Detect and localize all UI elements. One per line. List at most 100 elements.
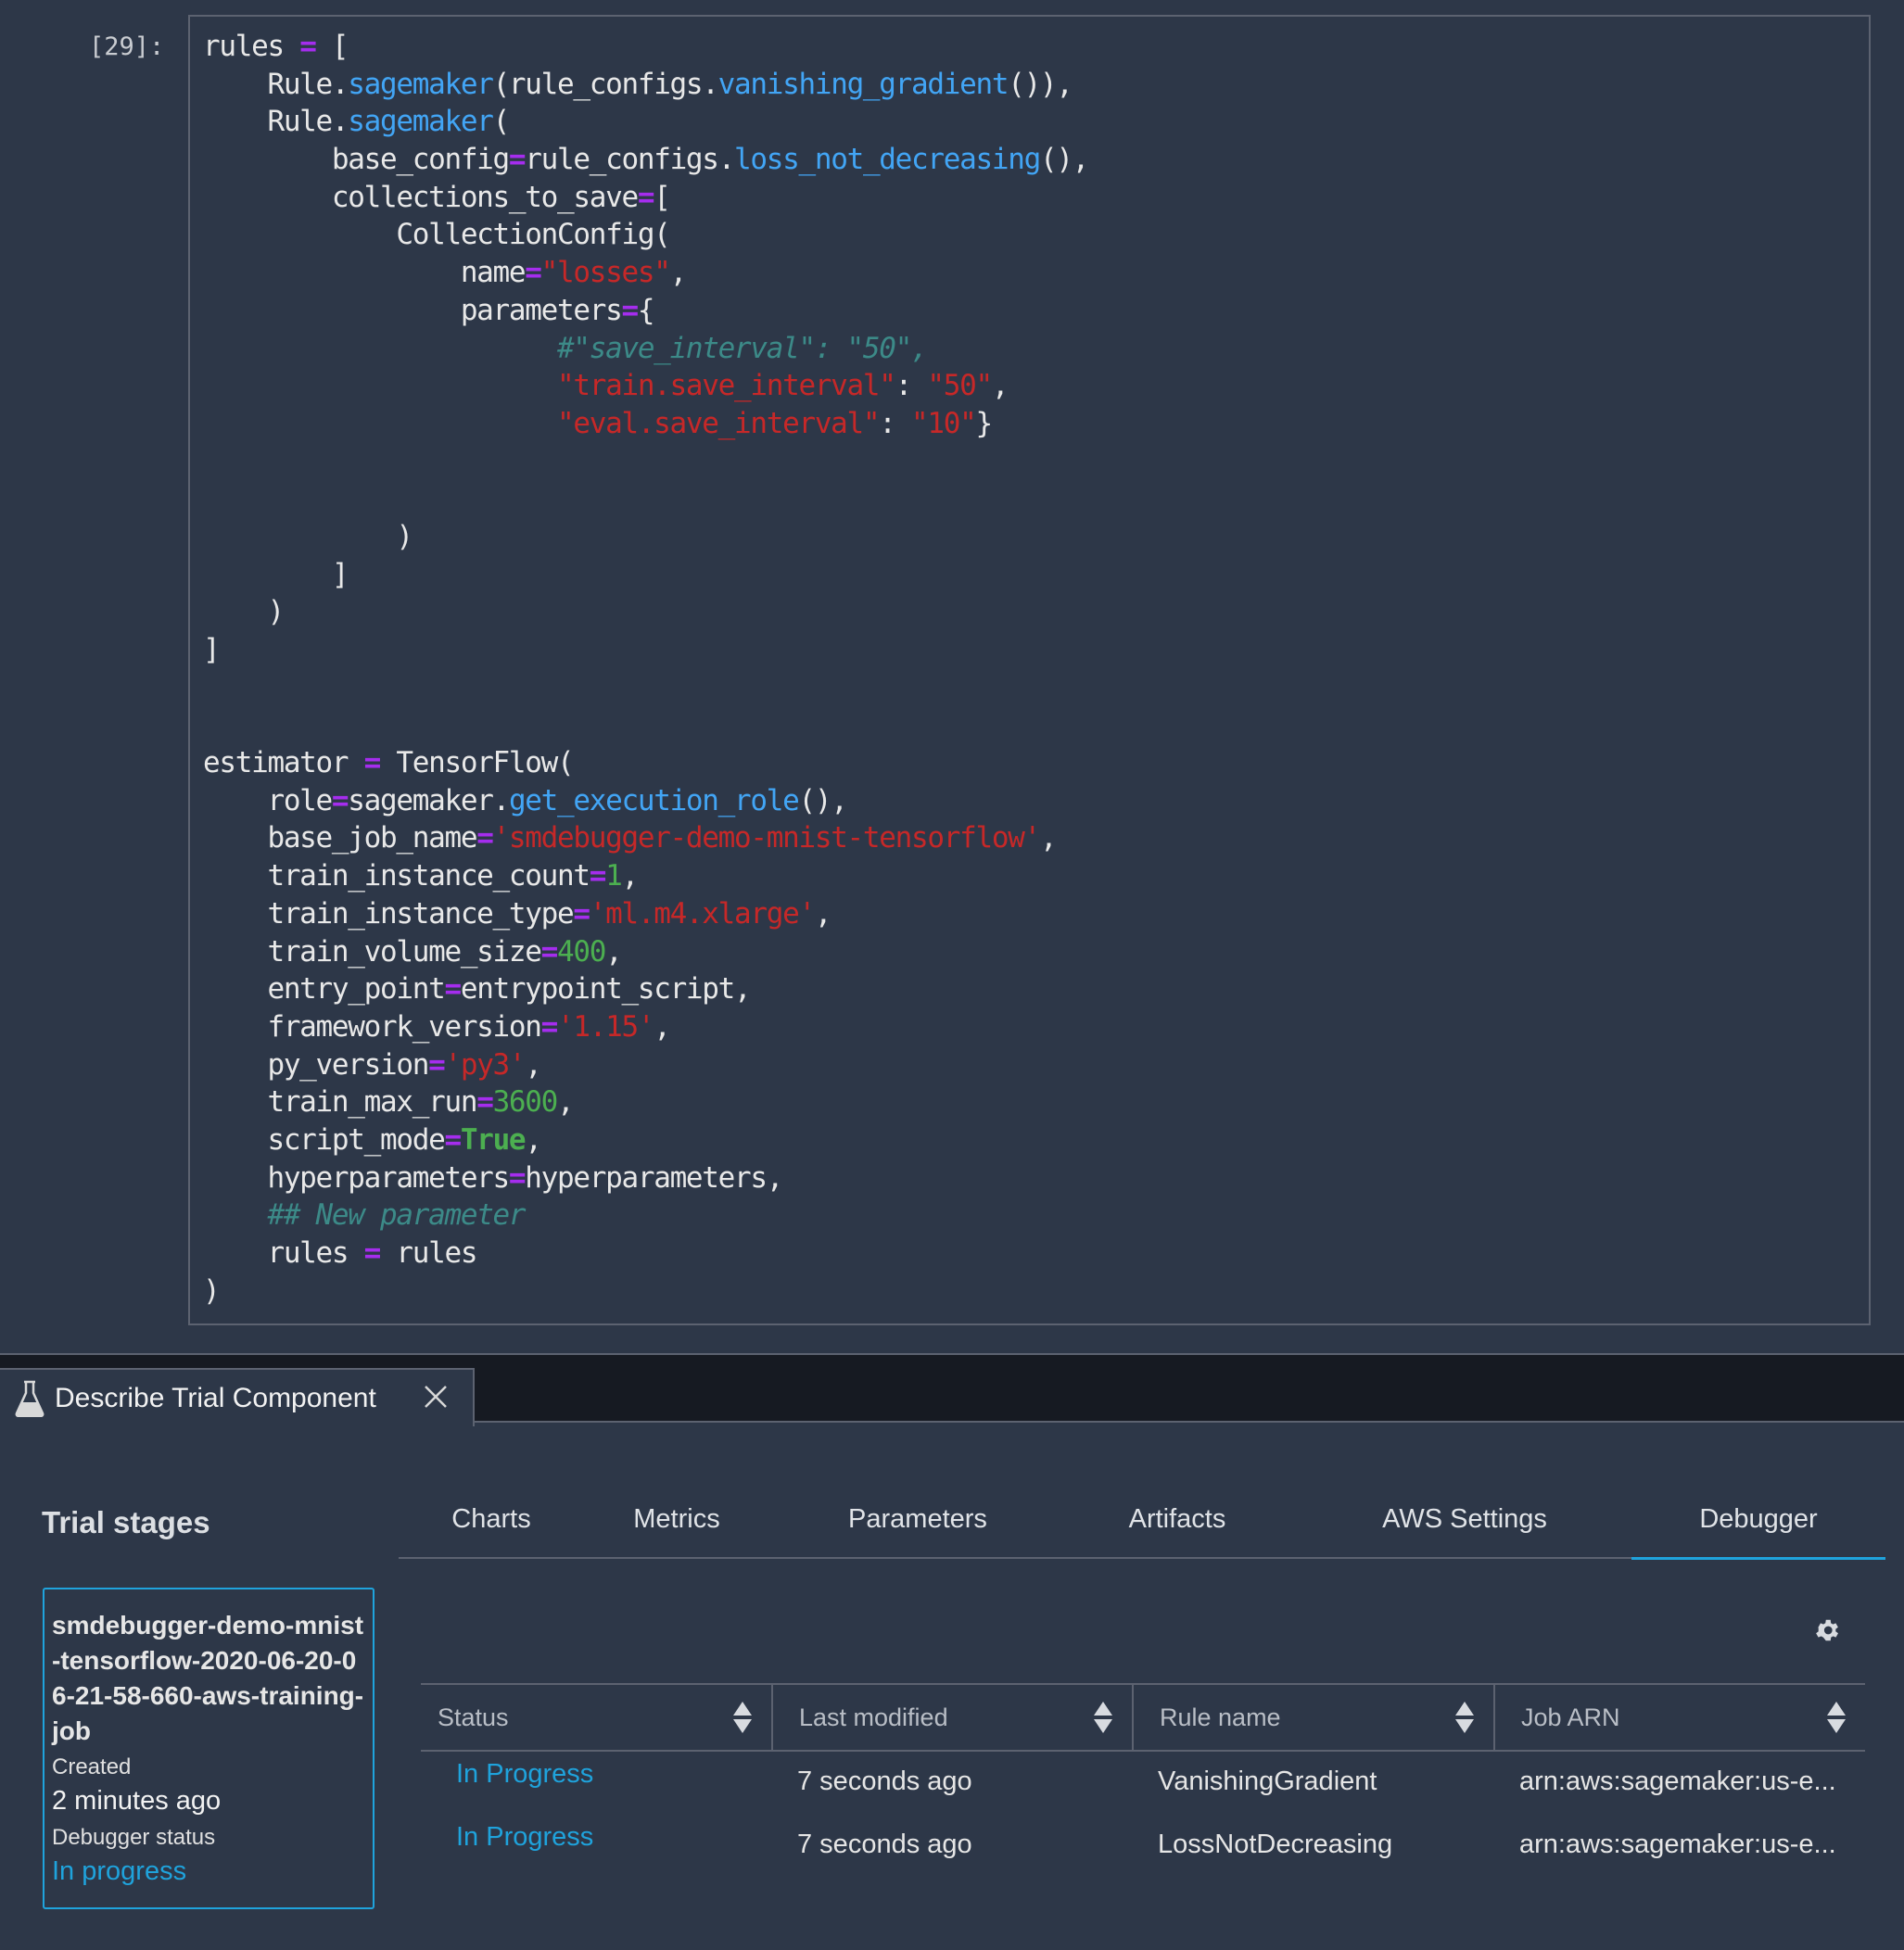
code-token: =	[525, 256, 542, 290]
code-token: "10"	[911, 406, 977, 440]
column-label: Job ARN	[1521, 1703, 1620, 1731]
detail-tabs: Charts Metrics Parameters Artifacts AWS …	[399, 1481, 1885, 1560]
code-line: train_volume_size=400,	[203, 933, 1088, 971]
code-token: Rule.	[203, 105, 349, 139]
code-token: =	[299, 30, 317, 63]
code-token: =	[621, 293, 639, 327]
trial-stage-card[interactable]: smdebugger-demo-mnist-tensorflow-2020-06…	[43, 1588, 374, 1909]
code-token: 'py3'	[444, 1047, 526, 1082]
code-token: 1	[605, 859, 623, 893]
code-token: =	[573, 896, 590, 931]
code-token: train_instance_type	[203, 896, 574, 931]
code-token: "train.save_interval"	[557, 369, 896, 403]
code-token: ()),	[1008, 67, 1073, 101]
tab-debugger[interactable]: Debugger	[1631, 1481, 1885, 1560]
code-line: train_instance_count=1,	[203, 857, 1088, 895]
code-line: base_config=rule_configs.loss_not_decrea…	[203, 141, 1089, 179]
notebook-area: [29]: rules = [ Rule.sagemaker(rule_conf…	[0, 0, 1904, 1351]
code-token: sagemaker.	[348, 783, 510, 817]
code-cell[interactable]: rules = [ Rule.sagemaker(rule_configs.va…	[188, 15, 1871, 1325]
code-token: 'ml.m4.xlarge'	[589, 896, 816, 931]
code-token: ,	[669, 256, 688, 290]
code-token: entrypoint_script,	[460, 972, 752, 1007]
tab-describe-trial-component[interactable]: Describe Trial Component	[0, 1368, 475, 1426]
code-token: [	[654, 180, 671, 214]
table-row[interactable]: In Progress 7 seconds ago LossNotDecreas…	[421, 1815, 1865, 1878]
row-status[interactable]: In Progress	[456, 1759, 593, 1790]
row-status[interactable]: In Progress	[456, 1822, 593, 1853]
table-header: Status Last modified Rule name Job ARN	[421, 1683, 1865, 1752]
code-token: hyperparameters	[203, 1160, 510, 1195]
code-token: vanishing_gradient	[717, 67, 1009, 101]
sort-icon[interactable]	[1093, 1701, 1113, 1734]
tab-artifacts[interactable]: Artifacts	[1066, 1481, 1288, 1557]
code-token: loss_not_decreasing	[734, 143, 1041, 177]
code-token: True	[460, 1122, 527, 1157]
code-token: )	[203, 519, 413, 553]
row-last-modified: 7 seconds ago	[797, 1830, 972, 1859]
document-tab-bar: Describe Trial Component	[0, 1353, 1904, 1426]
code-token: ,	[525, 1047, 542, 1082]
code-token: =	[508, 1160, 527, 1195]
code-token: ,	[1039, 821, 1058, 855]
stage-name: smdebugger-demo-mnist-tensorflow-2020-06…	[52, 1611, 364, 1745]
cell-execution-count: [29]:	[89, 32, 165, 61]
code-token: =	[508, 143, 527, 177]
code-line: name="losses",	[203, 254, 1088, 292]
table-row[interactable]: In Progress 7 seconds ago VanishingGradi…	[421, 1752, 1865, 1815]
code-line: role=sagemaker.get_execution_role(),	[203, 782, 1088, 820]
code-token: 400	[557, 934, 606, 969]
tab-parameters[interactable]: Parameters	[806, 1481, 1029, 1557]
code-token: role	[203, 783, 333, 817]
code-token: 'smdebugger-demo-mnist-tensorflow'	[492, 821, 1042, 855]
code-token: =	[444, 972, 462, 1007]
code-editor[interactable]: rules = [ Rule.sagemaker(rule_configs.va…	[203, 28, 1089, 1310]
created-label: Created	[52, 1754, 132, 1779]
code-token: (),	[1039, 143, 1089, 177]
tab-aws-settings[interactable]: AWS Settings	[1326, 1481, 1604, 1557]
code-line: entry_point=entrypoint_script,	[203, 970, 1088, 1008]
sort-icon[interactable]	[732, 1701, 753, 1734]
code-token: ,	[557, 1085, 575, 1120]
gear-icon[interactable]	[1813, 1616, 1841, 1644]
debugger-status-value: In progress	[52, 1856, 187, 1886]
tab-metrics[interactable]: Metrics	[584, 1481, 769, 1557]
code-token: ,	[605, 934, 623, 969]
code-token: :	[895, 369, 928, 403]
code-line: rules = [	[203, 28, 1088, 66]
code-token: ,	[621, 859, 639, 893]
row-rule-name: LossNotDecreasing	[1158, 1830, 1393, 1859]
row-job-arn: arn:aws:sagemaker:us-e...	[1519, 1766, 1836, 1796]
column-header-job-arn[interactable]: Job ARN	[1493, 1685, 1865, 1750]
code-token: rules	[203, 1236, 364, 1270]
code-token: sagemaker	[348, 105, 494, 139]
code-token: =	[444, 1122, 462, 1157]
code-token: =	[363, 746, 382, 780]
code-line: estimator = TensorFlow(	[203, 744, 1088, 782]
code-line: framework_version='1.15',	[203, 1008, 1088, 1046]
code-line: CollectionConfig(	[203, 216, 1088, 254]
column-header-rule-name[interactable]: Rule name	[1132, 1685, 1493, 1750]
close-icon[interactable]	[422, 1383, 450, 1411]
code-token: =	[476, 821, 494, 855]
code-token: =	[540, 934, 559, 969]
debugger-rules-table: Status Last modified Rule name Job ARN I…	[421, 1683, 1865, 1878]
code-token: (	[492, 105, 511, 139]
code-line: hyperparameters=hyperparameters,	[203, 1159, 1088, 1197]
tab-charts[interactable]: Charts	[399, 1481, 584, 1557]
column-header-last-modified[interactable]: Last modified	[771, 1685, 1132, 1750]
code-line: )	[203, 593, 1088, 631]
code-token: sagemaker	[348, 67, 494, 101]
code-line: Rule.sagemaker(rule_configs.vanishing_gr…	[203, 66, 1088, 104]
row-last-modified: 7 seconds ago	[797, 1766, 972, 1796]
code-token: ,	[654, 1009, 671, 1044]
code-token: )	[203, 595, 285, 629]
code-token: ,	[991, 369, 1009, 403]
code-token: [	[315, 30, 349, 63]
sort-icon[interactable]	[1826, 1701, 1847, 1734]
column-header-status[interactable]: Status	[421, 1685, 771, 1750]
sort-icon[interactable]	[1454, 1701, 1475, 1734]
